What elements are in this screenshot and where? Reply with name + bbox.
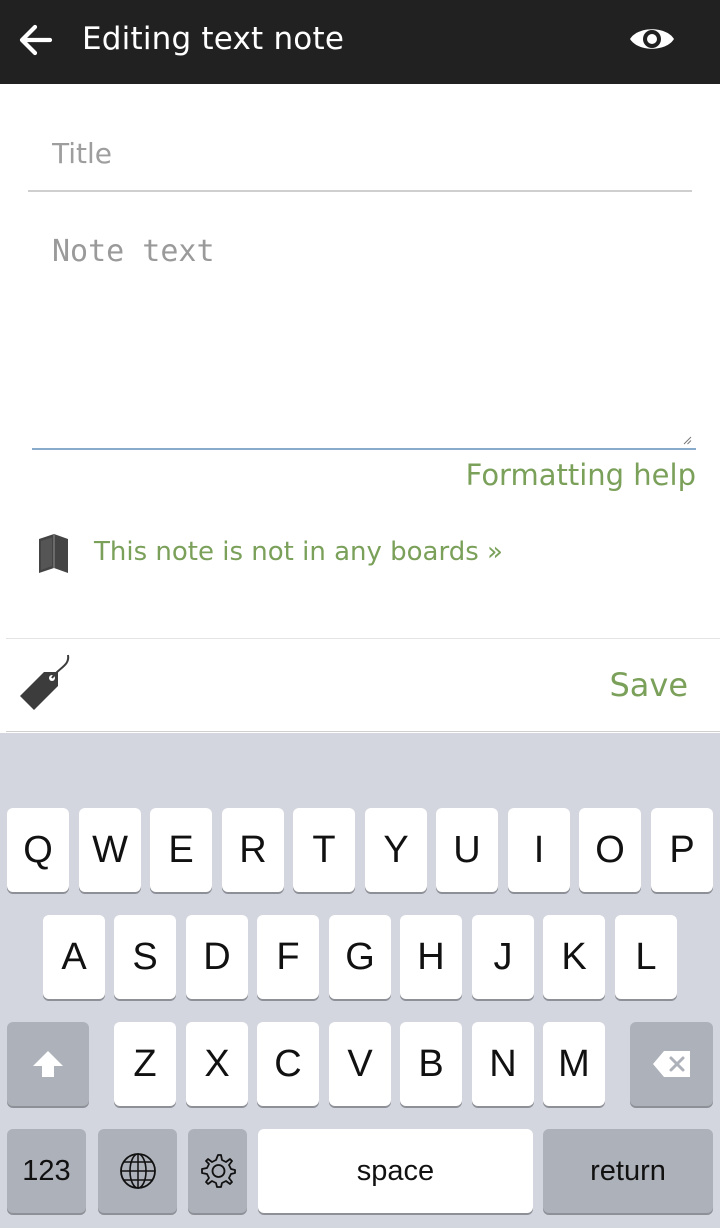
boards-link[interactable]: This note is not in any boards » xyxy=(36,530,696,580)
key-i[interactable]: I xyxy=(508,808,570,892)
shift-arrow-icon xyxy=(33,1051,63,1077)
divider xyxy=(6,731,720,732)
key-o[interactable]: O xyxy=(579,808,641,892)
key-v[interactable]: V xyxy=(329,1022,391,1106)
boards-text: This note is not in any boards » xyxy=(94,537,503,567)
key-r[interactable]: R xyxy=(222,808,284,892)
back-button[interactable] xyxy=(12,18,60,62)
key-x[interactable]: X xyxy=(186,1022,248,1106)
key-l[interactable]: L xyxy=(615,915,677,999)
key-q[interactable]: Q xyxy=(7,808,69,892)
key-p[interactable]: P xyxy=(651,808,713,892)
numbers-key[interactable]: 123 xyxy=(7,1129,86,1213)
key-b[interactable]: B xyxy=(400,1022,462,1106)
gear-icon xyxy=(200,1154,236,1188)
tag-button[interactable] xyxy=(14,652,76,714)
key-h[interactable]: H xyxy=(400,915,462,999)
resize-grip-icon[interactable] xyxy=(683,436,692,445)
app-bar: Editing text note xyxy=(0,0,720,84)
key-a[interactable]: A xyxy=(43,915,105,999)
space-key[interactable]: space xyxy=(258,1129,533,1213)
key-k[interactable]: K xyxy=(543,915,605,999)
divider xyxy=(6,638,720,639)
key-m[interactable]: M xyxy=(543,1022,605,1106)
formatting-help-link[interactable]: Formatting help xyxy=(466,458,696,492)
tag-icon xyxy=(20,654,70,710)
key-e[interactable]: E xyxy=(150,808,212,892)
settings-key[interactable] xyxy=(188,1129,247,1213)
globe-key[interactable] xyxy=(98,1129,177,1213)
key-z[interactable]: Z xyxy=(114,1022,176,1106)
book-icon xyxy=(39,534,68,573)
key-s[interactable]: S xyxy=(114,915,176,999)
title-input[interactable] xyxy=(52,118,672,188)
key-y[interactable]: Y xyxy=(365,808,427,892)
save-button[interactable]: Save xyxy=(609,666,688,704)
eye-icon xyxy=(630,29,674,49)
globe-icon xyxy=(119,1153,156,1189)
title-field xyxy=(28,118,692,192)
key-f[interactable]: F xyxy=(257,915,319,999)
shift-key[interactable] xyxy=(7,1022,89,1106)
backspace-icon xyxy=(652,1051,690,1077)
page-title: Editing text note xyxy=(82,21,345,57)
key-n[interactable]: N xyxy=(472,1022,534,1106)
key-d[interactable]: D xyxy=(186,915,248,999)
key-j[interactable]: J xyxy=(472,915,534,999)
key-c[interactable]: C xyxy=(257,1022,319,1106)
key-g[interactable]: G xyxy=(329,915,391,999)
return-key[interactable]: return xyxy=(543,1129,713,1213)
preview-button[interactable] xyxy=(624,16,680,62)
key-w[interactable]: W xyxy=(79,808,141,892)
keyboard: Q W E R T Y U I O P A S D F G H J K L Z … xyxy=(0,733,720,1228)
key-t[interactable]: T xyxy=(293,808,355,892)
note-text-field xyxy=(32,220,696,450)
arrow-left-icon xyxy=(19,24,53,56)
backspace-key[interactable] xyxy=(630,1022,713,1106)
key-u[interactable]: U xyxy=(436,808,498,892)
note-text-input[interactable] xyxy=(52,234,682,434)
